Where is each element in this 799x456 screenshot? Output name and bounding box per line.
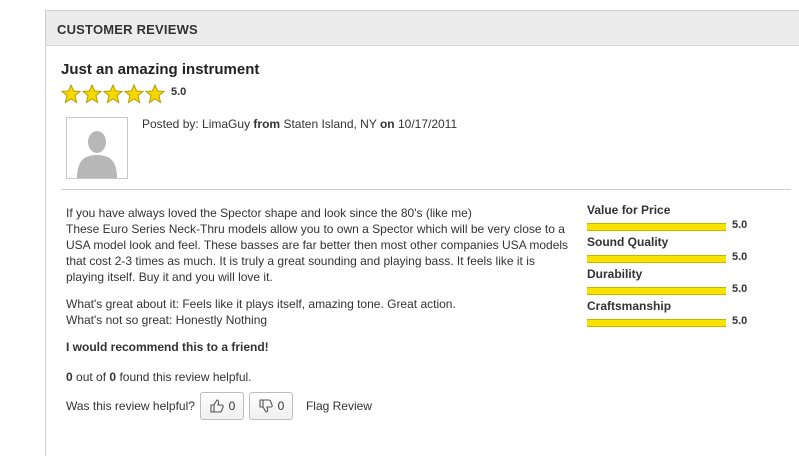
recommend-text: I would recommend this to a friend!: [66, 340, 269, 354]
review-cons: What's not so great: Honestly Nothing: [66, 313, 268, 327]
helpful-suffix: found this review helpful.: [119, 370, 252, 384]
from-label: from: [253, 117, 281, 131]
star-icon: [61, 84, 81, 104]
rating-sound-quality: Sound Quality 5.0: [587, 235, 757, 267]
rating-fill: [587, 288, 726, 294]
thumbs-up-icon: [210, 399, 224, 413]
rating-craftsmanship: Craftsmanship 5.0: [587, 299, 757, 331]
rating-value: 5.0: [732, 219, 748, 231]
thumbs-up-button[interactable]: 0: [199, 392, 244, 420]
rating-label: Sound Quality: [587, 235, 669, 249]
rating-durability: Durability 5.0: [587, 267, 757, 299]
star-icon: [124, 84, 144, 104]
star-icon: [145, 84, 165, 104]
rating-value: 5.0: [732, 315, 748, 327]
avatar: [66, 117, 128, 179]
review-pros-cons: What's great about it: Feels like it pla…: [66, 296, 456, 328]
helpful-total: 0: [109, 370, 117, 384]
review-title: Just an amazing instrument: [61, 61, 260, 78]
rating-fill: [587, 320, 726, 326]
rating-value: 5.0: [732, 251, 748, 263]
review-meta: Posted by: LimaGuy from Staten Island, N…: [142, 117, 457, 131]
review-author: LimaGuy: [202, 117, 251, 131]
rating-value: 5.0: [732, 283, 748, 295]
review-pros: What's great about it: Feels like it pla…: [66, 297, 456, 311]
rating-bar: [587, 223, 726, 231]
panel-header: CUSTOMER REVIEWS: [46, 11, 799, 46]
divider: [61, 189, 791, 190]
thumbs-down-count: 0: [277, 399, 285, 413]
review-body-line-2: These Euro Series Neck-Thru models allow…: [66, 222, 569, 284]
rating-bar: [587, 319, 726, 327]
rating-label: Value for Price: [587, 203, 671, 217]
review-body: If you have always loved the Spector sha…: [66, 205, 571, 285]
helpful-found: 0: [66, 370, 73, 384]
rating-label: Durability: [587, 267, 643, 281]
rating-value-for-price: Value for Price 5.0: [587, 203, 757, 235]
thumbs-down-button[interactable]: 0: [248, 392, 293, 420]
rating-bar: [587, 287, 726, 295]
rating-bar: [587, 255, 726, 263]
flag-review-link[interactable]: Flag Review: [306, 399, 372, 413]
helpful-out-of: out of: [76, 370, 107, 384]
default-user-icon: [67, 118, 127, 178]
star-icon: [82, 84, 102, 104]
thumbs-down-icon: [259, 399, 273, 413]
posted-by-label: Posted by:: [142, 117, 199, 131]
helpful-count: 0 out of 0 found this review helpful.: [66, 370, 252, 384]
sub-ratings: Value for Price 5.0 Sound Quality 5.0 Du…: [587, 203, 757, 331]
overall-rating: 5.0: [171, 86, 187, 98]
review-location: Staten Island, NY: [283, 117, 377, 131]
review-body-line-1: If you have always loved the Spector sha…: [66, 206, 472, 220]
review-date: 10/17/2011: [397, 117, 458, 131]
vote-row: Was this review helpful? 0 0 Flag Review: [66, 392, 372, 420]
on-label: on: [379, 117, 395, 131]
star-icon: [103, 84, 123, 104]
thumbs-up-count: 0: [228, 399, 236, 413]
vote-question: Was this review helpful?: [66, 399, 195, 413]
rating-fill: [587, 256, 726, 262]
star-rating: [61, 84, 166, 104]
section-title: CUSTOMER REVIEWS: [57, 22, 198, 37]
rating-label: Craftsmanship: [587, 299, 672, 313]
rating-fill: [587, 224, 726, 230]
